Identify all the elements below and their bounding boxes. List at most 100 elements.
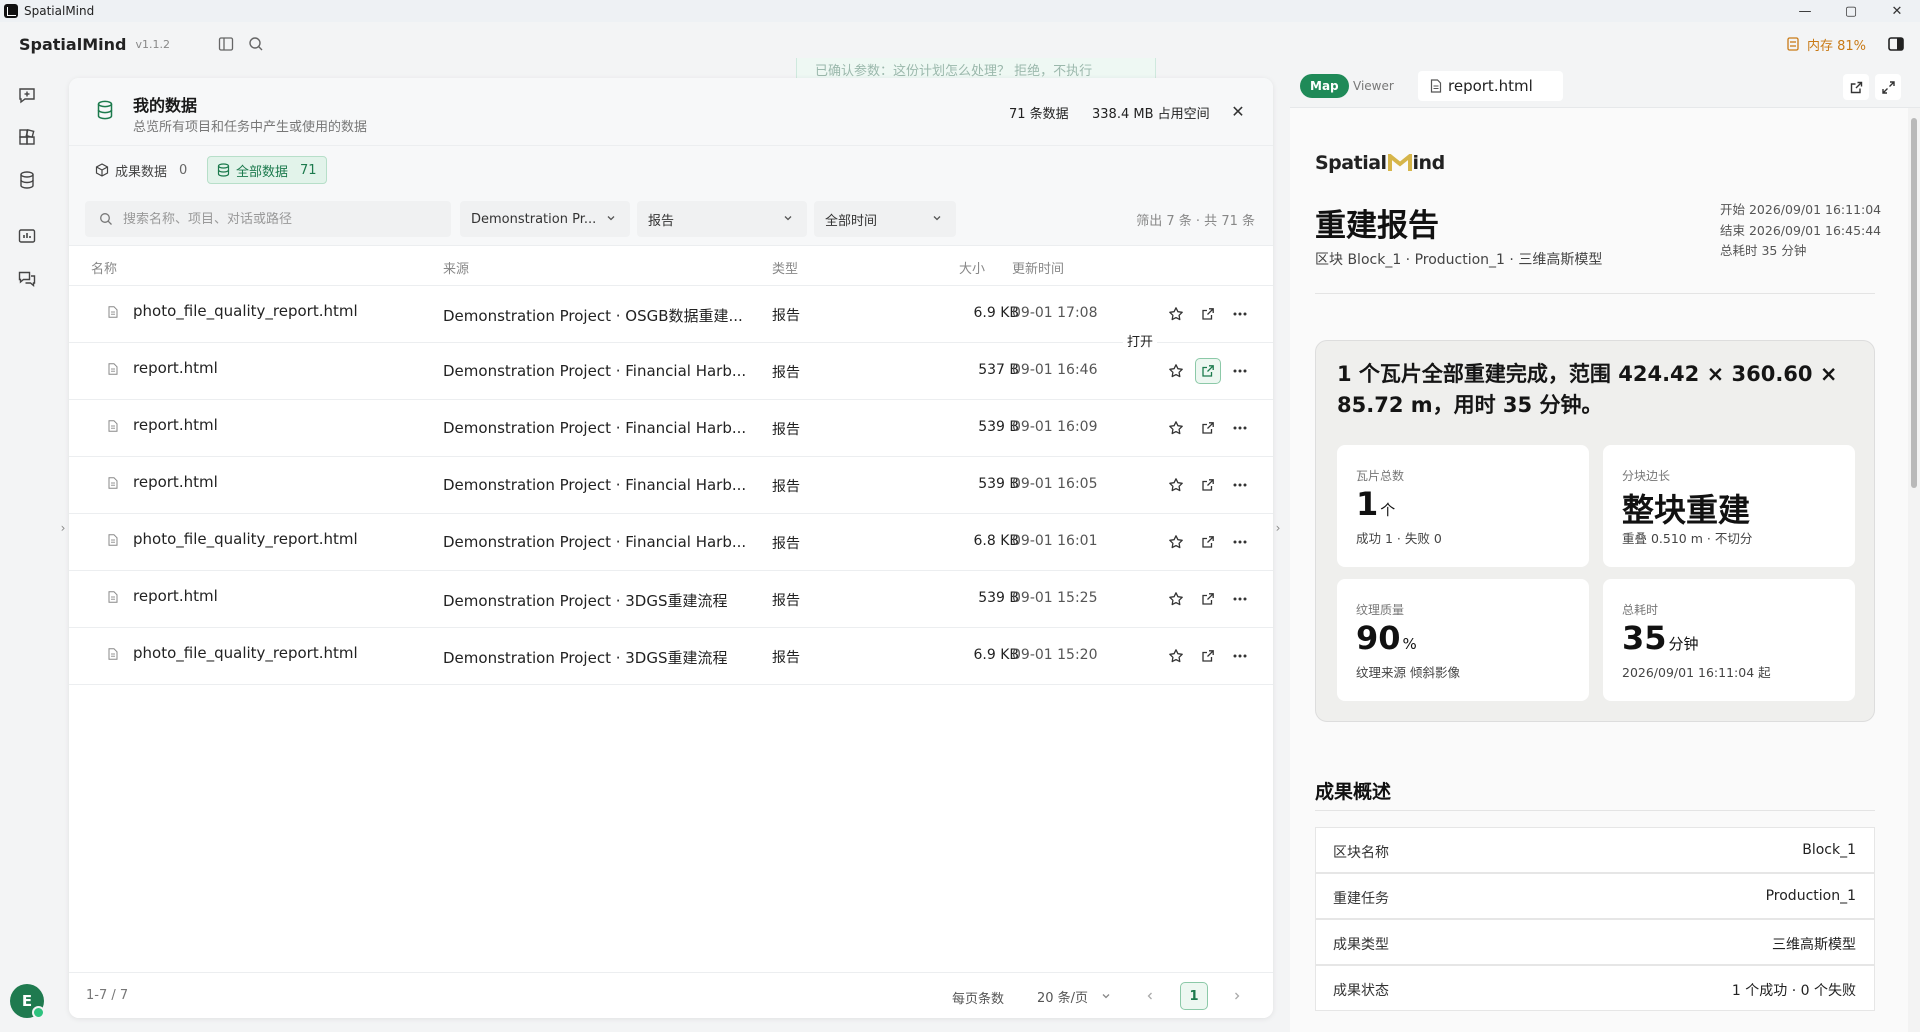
more-options-icon[interactable] bbox=[1227, 643, 1253, 669]
report-content: Spatial ind 重建报告 区块 Block_1 · Production… bbox=[1290, 108, 1908, 1032]
new-chat-icon[interactable] bbox=[13, 81, 41, 109]
os-title-bar: SpatialMind — ▢ ✕ bbox=[0, 0, 1920, 22]
per-page-label: 每页条数 bbox=[952, 992, 1005, 1007]
time-filter-select[interactable]: 全部时间 bbox=[814, 201, 956, 237]
data-count: 71 条数据 bbox=[1009, 107, 1069, 122]
open-external-icon[interactable] bbox=[1195, 301, 1221, 327]
file-name[interactable]: report.html bbox=[133, 473, 218, 491]
page-1-button[interactable]: 1 bbox=[1180, 982, 1208, 1010]
per-page-select[interactable]: 20 条/页 bbox=[1027, 981, 1125, 1011]
database-icon[interactable] bbox=[13, 166, 41, 194]
report-subtitle: 区块 Block_1 · Production_1 · 三维高斯模型 bbox=[1315, 252, 1603, 268]
detail-value: Block_1 bbox=[1802, 842, 1856, 858]
table-row[interactable]: photo_file_quality_report.html Demonstrat… bbox=[69, 286, 1273, 343]
favorite-star-icon[interactable] bbox=[1163, 358, 1189, 384]
favorite-star-icon[interactable] bbox=[1163, 415, 1189, 441]
table-row[interactable]: report.html Demonstration Project · Finan… bbox=[69, 400, 1273, 457]
file-type: 报告 bbox=[772, 479, 800, 495]
column-type: 类型 bbox=[772, 262, 799, 277]
file-name[interactable]: photo_file_quality_report.html bbox=[133, 530, 358, 548]
left-collapse-arrow-icon[interactable]: › bbox=[58, 508, 68, 548]
viewer-mode-button[interactable]: Viewer bbox=[1343, 74, 1404, 98]
close-window-button[interactable]: ✕ bbox=[1874, 0, 1920, 22]
expand-icon[interactable] bbox=[1875, 74, 1901, 100]
minimize-button[interactable]: — bbox=[1782, 0, 1828, 22]
open-external-icon[interactable] bbox=[1195, 529, 1221, 555]
open-external-icon[interactable] bbox=[1195, 472, 1221, 498]
prev-page-button[interactable] bbox=[1137, 983, 1163, 1009]
kpi-value: 1个 bbox=[1356, 485, 1396, 523]
report-viewer: Map Viewer report.html Spatial ind 重建报告 … bbox=[1290, 66, 1920, 1032]
file-icon bbox=[1430, 79, 1442, 93]
tab-results-data[interactable]: 成果数据 0 bbox=[86, 156, 196, 184]
file-name[interactable]: report.html bbox=[133, 416, 218, 434]
map-mode-button[interactable]: Map bbox=[1300, 74, 1349, 98]
table-row[interactable]: photo_file_quality_report.html Demonstrat… bbox=[69, 628, 1273, 685]
file-icon bbox=[108, 477, 118, 493]
kpi-footnote: 重叠 0.510 m · 不切分 bbox=[1622, 531, 1753, 546]
chevron-left-icon bbox=[1147, 992, 1152, 1000]
detail-key: 成果类型 bbox=[1333, 937, 1389, 953]
memory-usage-badge[interactable]: 内存 81% bbox=[1785, 31, 1866, 57]
dashboard-icon[interactable] bbox=[13, 222, 41, 250]
favorite-star-icon[interactable] bbox=[1163, 643, 1189, 669]
table-row[interactable]: report.html Demonstration Project · 3DGS重… bbox=[69, 571, 1273, 628]
document-tab[interactable]: report.html bbox=[1418, 71, 1563, 101]
file-name[interactable]: photo_file_quality_report.html bbox=[133, 302, 358, 320]
type-filter-value: 报告 bbox=[648, 213, 675, 229]
open-external-icon[interactable] bbox=[1195, 358, 1221, 384]
scrollbar-thumb[interactable] bbox=[1911, 118, 1917, 488]
more-options-icon[interactable] bbox=[1227, 415, 1253, 441]
project-filter-select[interactable]: Demonstration Pr... bbox=[460, 201, 630, 237]
divider bbox=[1315, 810, 1875, 811]
file-name[interactable]: report.html bbox=[133, 359, 218, 377]
search-icon[interactable] bbox=[242, 30, 270, 58]
favorite-star-icon[interactable] bbox=[1163, 529, 1189, 555]
more-options-icon[interactable] bbox=[1227, 301, 1253, 327]
kpi-footnote: 2026/09/01 16:11:04 起 bbox=[1622, 665, 1771, 680]
report-scrollbar[interactable] bbox=[1908, 108, 1920, 1032]
data-tabs: 成果数据 0 全部数据 71 bbox=[69, 146, 1273, 192]
detail-key: 重建任务 bbox=[1333, 891, 1389, 907]
filter-bar: Demonstration Pr... 报告 全部时间 筛出 7 条 · 共 7… bbox=[69, 192, 1273, 246]
more-options-icon[interactable] bbox=[1227, 586, 1253, 612]
open-external-icon[interactable] bbox=[1195, 415, 1221, 441]
file-name[interactable]: report.html bbox=[133, 587, 218, 605]
detail-value: Production_1 bbox=[1765, 888, 1856, 904]
kpi-label: 总耗时 bbox=[1622, 603, 1659, 617]
favorite-star-icon[interactable] bbox=[1163, 301, 1189, 327]
next-page-button[interactable] bbox=[1224, 983, 1250, 1009]
tab-all-data[interactable]: 全部数据 71 bbox=[207, 156, 327, 184]
more-options-icon[interactable] bbox=[1227, 472, 1253, 498]
close-panel-button[interactable]: ✕ bbox=[1227, 100, 1249, 122]
table-row[interactable]: report.html Demonstration Project · Finan… bbox=[69, 457, 1273, 514]
open-external-icon[interactable] bbox=[1195, 586, 1221, 612]
table-row[interactable]: report.html Demonstration Project · Finan… bbox=[69, 343, 1273, 400]
file-name[interactable]: photo_file_quality_report.html bbox=[133, 644, 358, 662]
file-updated-time: 09-01 16:46 bbox=[1012, 362, 1098, 378]
file-type: 报告 bbox=[772, 593, 800, 609]
sidebar-toggle-icon[interactable] bbox=[212, 30, 240, 58]
open-external-icon[interactable] bbox=[1195, 643, 1221, 669]
maximize-button[interactable]: ▢ bbox=[1828, 0, 1874, 22]
search-input[interactable] bbox=[123, 211, 433, 227]
right-collapse-arrow-icon[interactable]: › bbox=[1273, 508, 1283, 548]
file-size: 539 B bbox=[978, 476, 1019, 492]
user-avatar[interactable]: E bbox=[10, 984, 45, 1019]
file-updated-time: 09-01 16:05 bbox=[1012, 476, 1098, 492]
favorite-star-icon[interactable] bbox=[1163, 586, 1189, 612]
conversations-icon[interactable] bbox=[13, 265, 41, 293]
more-options-icon[interactable] bbox=[1227, 358, 1253, 384]
modules-icon[interactable] bbox=[13, 124, 41, 152]
open-external-icon[interactable] bbox=[1843, 74, 1869, 100]
divider bbox=[1315, 293, 1875, 294]
file-source: Demonstration Project · OSGB数据重建... bbox=[443, 307, 743, 325]
right-panel-toggle-icon[interactable] bbox=[1882, 30, 1910, 58]
table-row[interactable]: photo_file_quality_report.html Demonstrat… bbox=[69, 514, 1273, 571]
more-options-icon[interactable] bbox=[1227, 529, 1253, 555]
result-range: 1-7 / 7 bbox=[86, 988, 129, 1003]
file-source: Demonstration Project · Financial Harb..… bbox=[443, 476, 747, 494]
pagination-bar: 1-7 / 7 每页条数 20 条/页 1 bbox=[69, 972, 1273, 1018]
favorite-star-icon[interactable] bbox=[1163, 472, 1189, 498]
type-filter-select[interactable]: 报告 bbox=[637, 201, 807, 237]
